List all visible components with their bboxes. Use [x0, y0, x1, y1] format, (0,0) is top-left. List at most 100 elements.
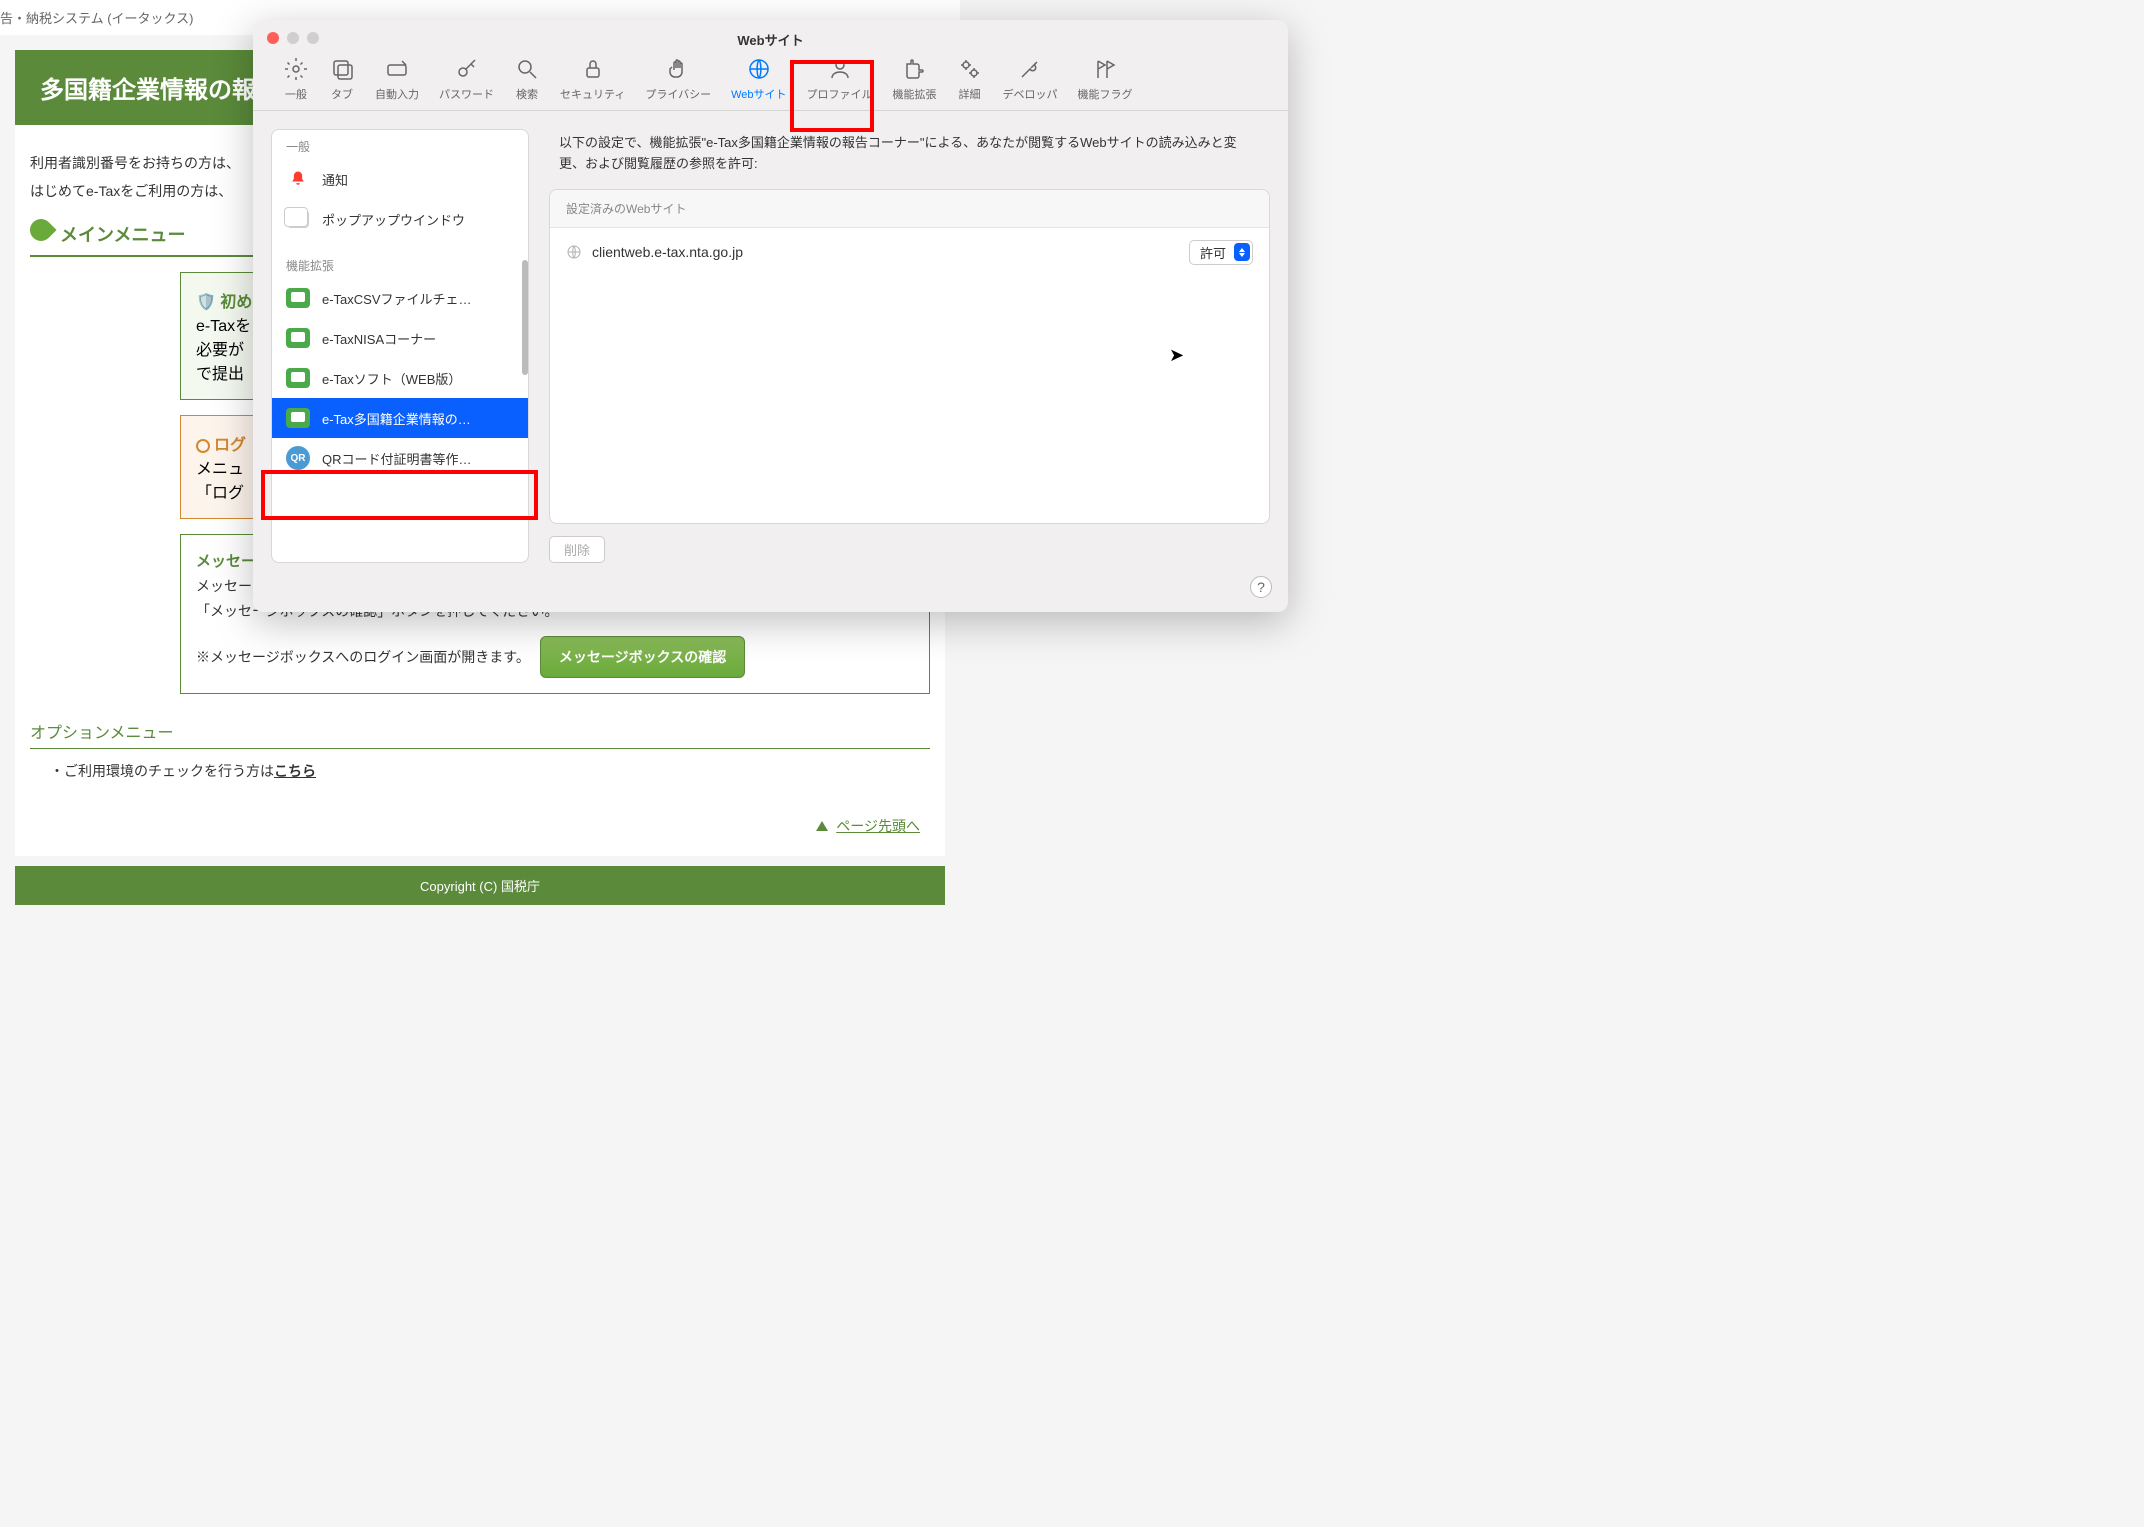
tabs-icon: [329, 56, 355, 82]
preferences-toolbar: 一般 タブ 自動入力 パスワード 検索 セキュリティ プライバシー Webサイ: [253, 44, 1288, 111]
shield-icon: 🛡️: [196, 294, 220, 311]
toolbar-tabs[interactable]: タブ: [319, 52, 365, 110]
bell-icon: [286, 167, 310, 191]
permission-value: 許可: [1200, 243, 1226, 262]
extension-icon: [286, 366, 310, 390]
popup-icon: [286, 207, 310, 231]
toolbar-security[interactable]: セキュリティ: [550, 52, 635, 110]
extension-description: 以下の設定で、機能拡張"e-Tax多国籍企業情報の報告コーナー"による、あなたが…: [549, 129, 1270, 189]
autofill-icon: [384, 56, 410, 82]
box3-note: ※メッセージボックスへのログイン画面が開きます。: [196, 647, 530, 667]
site-domain: clientweb.e-tax.nta.go.jp: [592, 244, 1189, 260]
puzzle-icon: [902, 56, 928, 82]
sidebar-ext-qr[interactable]: QR QRコード付証明書等作…: [272, 438, 528, 478]
toolbar-advanced[interactable]: 詳細: [947, 52, 993, 110]
option-link[interactable]: こちら: [274, 763, 316, 779]
sidebar-notifications[interactable]: 通知: [272, 159, 528, 199]
toolbar-websites[interactable]: Webサイト: [721, 52, 796, 110]
toolbar-passwords[interactable]: パスワード: [429, 52, 504, 110]
key-icon: [454, 56, 480, 82]
settings-sidebar: 一般 通知 ポップアップウインドウ 機能拡張 e-TaxCSVファイルチェ… e…: [271, 129, 529, 563]
sidebar-ext-csv-label: e-TaxCSVファイルチェ…: [322, 289, 472, 308]
toolbar-autofill[interactable]: 自動入力: [365, 52, 429, 110]
hand-icon: [665, 56, 691, 82]
sidebar-popups[interactable]: ポップアップウインドウ: [272, 199, 528, 239]
option-item: ・ご利用環境のチェックを行う方はこちら: [50, 761, 930, 781]
chevron-updown-icon: [1234, 243, 1250, 261]
toolbar-tabs-label: タブ: [331, 86, 353, 102]
toolbar-profiles-label: プロファイル: [807, 86, 873, 102]
configured-sites-box: 設定済みのWebサイト clientweb.e-tax.nta.go.jp 許可: [549, 189, 1270, 524]
gear-icon: [283, 56, 309, 82]
sidebar-ext-nisa[interactable]: e-TaxNISAコーナー: [272, 318, 528, 358]
minimize-button[interactable]: [287, 32, 299, 44]
traffic-lights: [267, 32, 319, 44]
bottom-bar: 削除: [549, 524, 1270, 563]
site-row[interactable]: clientweb.e-tax.nta.go.jp 許可: [550, 228, 1269, 277]
qr-icon: QR: [286, 446, 310, 470]
globe-icon: [566, 244, 582, 260]
sidebar-ext-nisa-label: e-TaxNISAコーナー: [322, 329, 436, 348]
globe-icon: [746, 56, 772, 82]
option-menu-heading: オプションメニュー: [30, 719, 930, 749]
toolbar-search-label: 検索: [516, 86, 538, 102]
toolbar-security-label: セキュリティ: [560, 86, 625, 102]
sidebar-extensions-section: 機能拡張: [272, 249, 528, 278]
close-button[interactable]: [267, 32, 279, 44]
help-button[interactable]: ?: [1250, 576, 1272, 598]
preferences-body: 一般 通知 ポップアップウインドウ 機能拡張 e-TaxCSVファイルチェ… e…: [253, 111, 1288, 581]
main-menu-label: メインメニュー: [60, 225, 185, 245]
gears-icon: [957, 56, 983, 82]
key-icon: [196, 439, 210, 453]
confirm-messagebox-button[interactable]: メッセージボックスの確認: [540, 636, 745, 678]
main-panel: 以下の設定で、機能拡張"e-Tax多国籍企業情報の報告コーナー"による、あなたが…: [549, 129, 1270, 563]
sidebar-ext-multinational[interactable]: e-Tax多国籍企業情報の…: [272, 398, 528, 438]
clover-icon: [25, 214, 56, 245]
configured-sites-header: 設定済みのWebサイト: [550, 190, 1269, 228]
sidebar-general-section: 一般: [272, 130, 528, 159]
person-icon: [827, 56, 853, 82]
toolbar-advanced-label: 詳細: [959, 86, 981, 102]
toolbar-search[interactable]: 検索: [504, 52, 550, 110]
toolbar-flags[interactable]: 機能フラグ: [1068, 52, 1143, 110]
sidebar-ext-qr-label: QRコード付証明書等作…: [322, 449, 472, 468]
window-titlebar: Webサイト: [253, 20, 1288, 44]
toolbar-extensions-label: 機能拡張: [893, 86, 937, 102]
box1-title: 初め: [220, 294, 252, 311]
sidebar-ext-soft-label: e-Taxソフト（WEB版）: [322, 369, 461, 388]
toolbar-websites-label: Webサイト: [731, 86, 786, 102]
toolbar-flags-label: 機能フラグ: [1078, 86, 1133, 102]
toolbar-privacy[interactable]: プライバシー: [635, 52, 721, 110]
delete-button[interactable]: 削除: [549, 536, 605, 563]
page-top-link[interactable]: ページ先頭へ: [836, 818, 920, 834]
window-title: Webサイト: [253, 30, 1288, 49]
lock-icon: [580, 56, 606, 82]
box2-title: ログ: [214, 437, 246, 454]
toolbar-general[interactable]: 一般: [273, 52, 319, 110]
toolbar-developer[interactable]: デベロッパ: [993, 52, 1068, 110]
toolbar-privacy-label: プライバシー: [645, 86, 711, 102]
arrow-up-icon: [816, 821, 828, 831]
wrench-icon: [1017, 56, 1043, 82]
toolbar-general-label: 一般: [285, 86, 307, 102]
extension-icon: [286, 326, 310, 350]
option-text: ・ご利用環境のチェックを行う方は: [50, 763, 274, 779]
sidebar-ext-multinational-label: e-Tax多国籍企業情報の…: [322, 409, 471, 428]
page-top-link-wrapper: ページ先頭へ: [30, 816, 930, 836]
toolbar-autofill-label: 自動入力: [375, 86, 419, 102]
sidebar-scrollbar[interactable]: [522, 260, 528, 375]
extension-icon: [286, 406, 310, 430]
search-icon: [514, 56, 540, 82]
sidebar-notifications-label: 通知: [322, 170, 348, 189]
toolbar-extensions[interactable]: 機能拡張: [883, 52, 947, 110]
sidebar-ext-csv[interactable]: e-TaxCSVファイルチェ…: [272, 278, 528, 318]
maximize-button[interactable]: [307, 32, 319, 44]
toolbar-passwords-label: パスワード: [439, 86, 494, 102]
sidebar-popups-label: ポップアップウインドウ: [322, 210, 465, 229]
toolbar-profiles[interactable]: プロファイル: [797, 52, 883, 110]
extension-icon: [286, 286, 310, 310]
permission-select[interactable]: 許可: [1189, 240, 1253, 265]
sidebar-ext-soft[interactable]: e-Taxソフト（WEB版）: [272, 358, 528, 398]
safari-preferences-window: Webサイト 一般 タブ 自動入力 パスワード 検索 セキュリティ プ: [253, 20, 1288, 612]
flag-icon: [1092, 56, 1118, 82]
